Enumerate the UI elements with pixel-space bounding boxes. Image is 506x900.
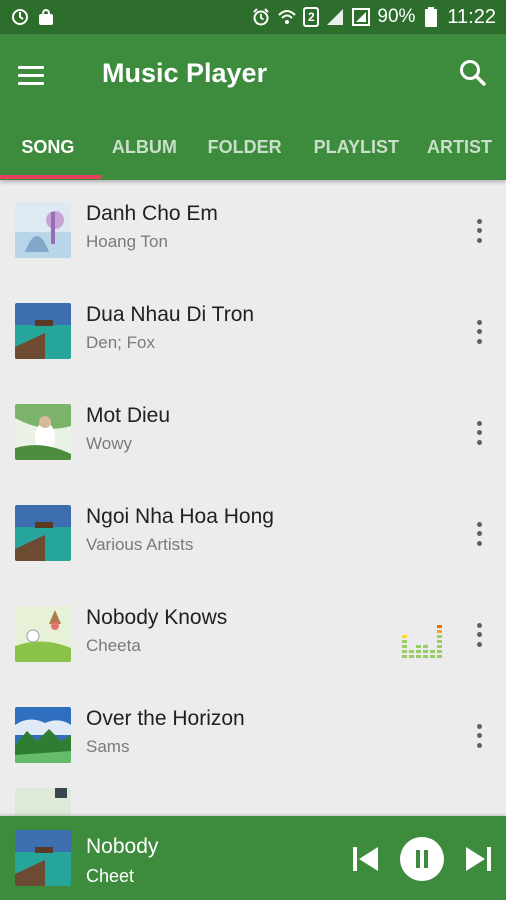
more-options-icon[interactable] xyxy=(472,216,486,246)
app-title: Music Player xyxy=(102,58,268,88)
song-title: Danh Cho Em xyxy=(86,202,218,225)
list-item[interactable]: Dua Nhau Di Tron Den; Fox xyxy=(0,281,506,382)
wifi-icon xyxy=(277,7,297,27)
more-options-icon[interactable] xyxy=(472,721,486,751)
signal-2-icon xyxy=(351,7,371,27)
song-artist: Den; Fox xyxy=(86,333,155,352)
album-art xyxy=(15,303,71,359)
list-item[interactable] xyxy=(0,786,506,816)
tab-bar: SONG ALBUM FOLDER PLAYLIST ARTIST xyxy=(0,126,506,180)
list-item-playing[interactable]: Nobody Knows Cheeta xyxy=(0,584,506,685)
tab-artist[interactable]: ARTIST xyxy=(413,126,506,180)
menu-icon[interactable] xyxy=(18,60,52,90)
sync-icon xyxy=(10,7,30,27)
song-title: Ngoi Nha Hoa Hong xyxy=(86,505,274,528)
song-artist: Cheeta xyxy=(86,636,141,655)
equalizer-icon xyxy=(402,620,444,660)
tab-song[interactable]: SONG xyxy=(0,126,96,180)
status-bar: 2 90% 11:22 xyxy=(0,0,506,34)
tab-folder[interactable]: FOLDER xyxy=(192,126,296,180)
list-item[interactable]: Mot Dieu Wowy xyxy=(0,382,506,483)
pause-button[interactable] xyxy=(400,837,444,881)
song-artist: Sams xyxy=(86,737,130,756)
more-options-icon[interactable] xyxy=(472,317,486,347)
list-item[interactable]: Danh Cho Em Hoang Ton xyxy=(0,180,506,281)
app-bar: Music Player SONG ALBUM FOLDER PLAYLIST … xyxy=(0,34,506,180)
now-playing-artist: Cheet xyxy=(86,866,135,886)
now-playing-art xyxy=(15,830,71,886)
song-title: Nobody Knows xyxy=(86,606,228,629)
clock: 11:22 xyxy=(447,5,496,28)
song-title: Dua Nhau Di Tron xyxy=(86,303,255,326)
battery-icon xyxy=(421,7,441,27)
now-playing-title: Nobody xyxy=(86,835,159,858)
album-art xyxy=(15,505,71,561)
song-title: Mot Dieu xyxy=(86,404,171,427)
signal-icon xyxy=(325,7,345,27)
list-item[interactable]: Ngoi Nha Hoa Hong Various Artists xyxy=(0,483,506,584)
tab-playlist[interactable]: PLAYLIST xyxy=(296,126,413,180)
album-art xyxy=(15,788,71,816)
next-icon[interactable] xyxy=(464,846,492,872)
song-artist: Wowy xyxy=(86,434,132,453)
song-title: Over the Horizon xyxy=(86,707,245,730)
search-icon[interactable] xyxy=(456,56,490,90)
tab-album[interactable]: ALBUM xyxy=(96,126,192,180)
album-art xyxy=(15,707,71,763)
shop-bag-icon xyxy=(36,7,56,27)
song-artist: Hoang Ton xyxy=(86,232,168,251)
more-options-icon[interactable] xyxy=(472,620,486,650)
song-list: Danh Cho Em Hoang Ton Dua Nhau Di Tron D… xyxy=(0,180,506,816)
alarm-icon xyxy=(251,7,271,27)
now-playing-bar[interactable]: Nobody Cheet xyxy=(0,816,506,900)
list-item[interactable]: Over the Horizon Sams xyxy=(0,685,506,786)
more-options-icon[interactable] xyxy=(472,418,486,448)
sim-2-icon: 2 xyxy=(303,7,320,27)
tab-indicator xyxy=(0,175,102,179)
song-artist: Various Artists xyxy=(86,535,194,554)
more-options-icon[interactable] xyxy=(472,519,486,549)
album-art xyxy=(15,404,71,460)
album-art xyxy=(15,202,71,258)
battery-percent: 90% xyxy=(377,6,416,27)
album-art xyxy=(15,606,71,662)
previous-icon[interactable] xyxy=(352,846,380,872)
